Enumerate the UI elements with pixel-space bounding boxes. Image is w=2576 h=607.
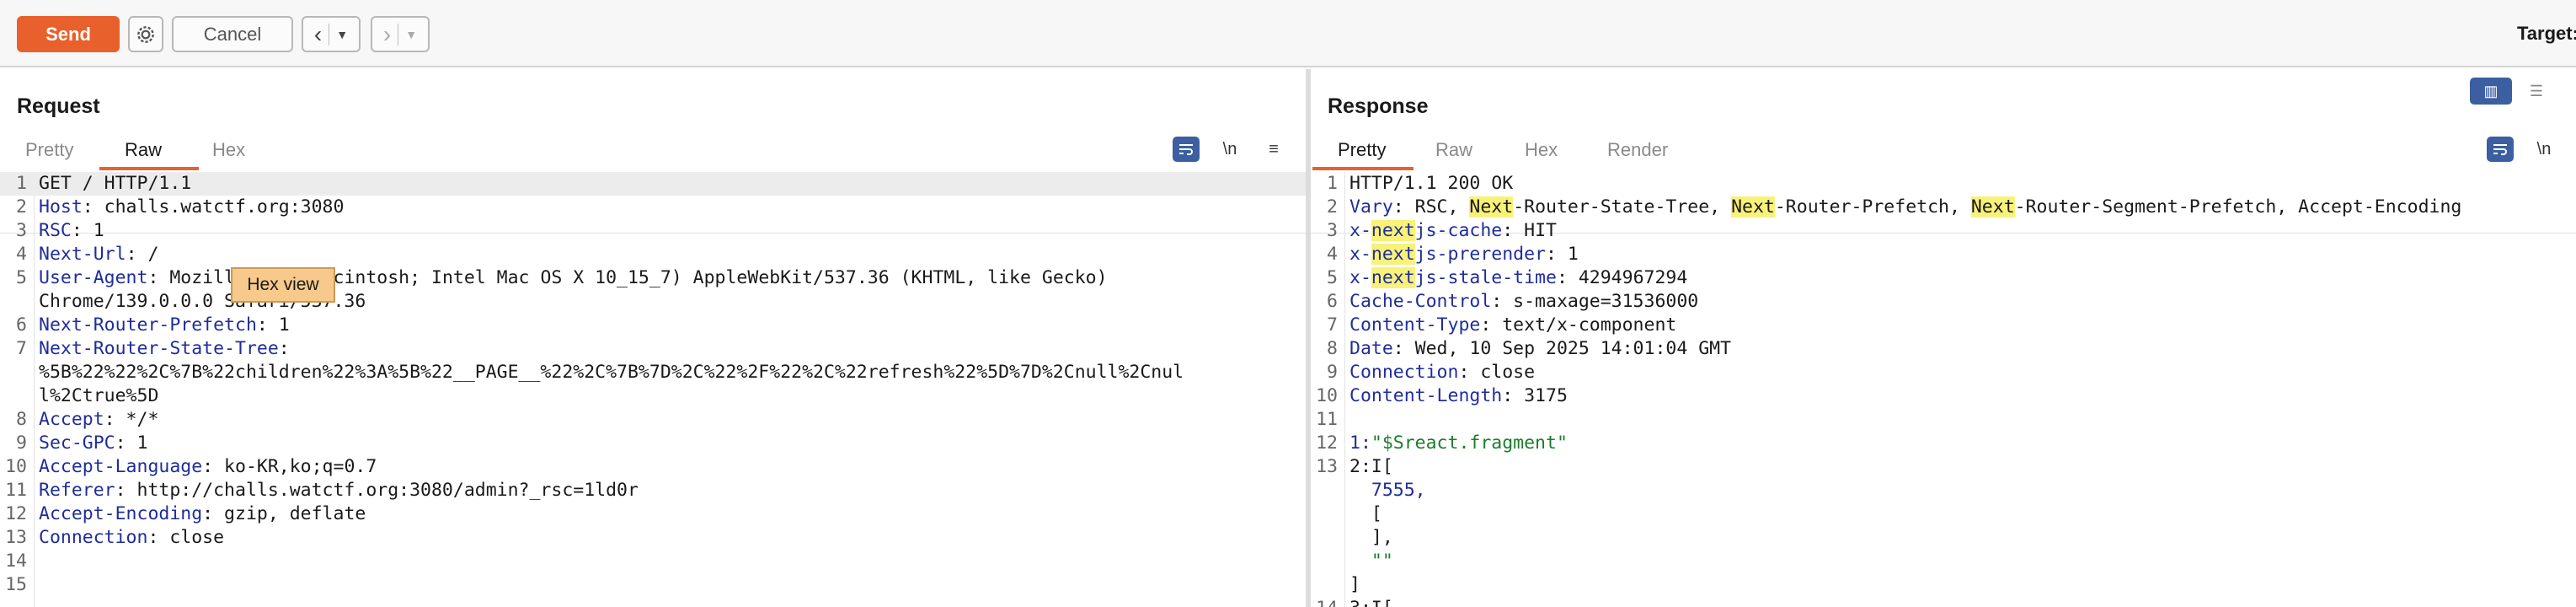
response-header-line[interactable]: 7 Content-Type: text/x-component <box>1311 314 2576 337</box>
request-line[interactable]: 7 Next-Router-State-Tree: <box>0 337 1306 361</box>
response-title: Response <box>1328 94 1429 118</box>
tab-render[interactable]: Render <box>1607 133 1668 167</box>
response-tabs: Pretty Raw Hex Render <box>1311 133 2576 234</box>
newline-toggle[interactable]: \n <box>1216 137 1243 162</box>
response-panel: Response ▥ ☰ ▤ Pretty Raw Hex Render \n … <box>1311 69 2576 607</box>
dropdown-arrow-icon[interactable]: ▼ <box>336 28 348 41</box>
stacked-layout-icon[interactable]: ☰ <box>2515 78 2557 105</box>
dropdown-arrow-icon[interactable]: ▼ <box>405 28 417 41</box>
response-header-line[interactable]: 9 Connection: close <box>1311 361 2576 384</box>
request-title: Request <box>17 94 100 118</box>
request-line[interactable]: 1 GET / HTTP/1.1 <box>0 172 1306 196</box>
response-editor[interactable]: 1 HTTP/1.1 200 OK 2 Vary: RSC, Next-Router… <box>1311 172 2576 607</box>
request-line[interactable]: 8 Accept: */* <box>0 408 1306 432</box>
side-by-side-layout-icon[interactable]: ▥ <box>2470 78 2512 105</box>
tab-hex[interactable]: Hex <box>1525 133 1558 167</box>
active-tab-indicator <box>1312 167 1414 170</box>
request-line[interactable]: 3 RSC: 1 <box>0 219 1306 243</box>
tab-raw[interactable]: Raw <box>125 133 162 167</box>
tabbed-layout-icon[interactable]: ▤ <box>2561 78 2576 105</box>
settings-button[interactable] <box>128 16 163 52</box>
request-panel: Request Pretty Raw Hex \n ≡ 1 GET / HTTP/… <box>0 69 1306 607</box>
tab-pretty[interactable]: Pretty <box>1338 133 1386 167</box>
wrap-icon[interactable] <box>2487 137 2514 162</box>
toolbar: Send Cancel ‹ ▼ › ▼ Target: <box>0 0 2576 67</box>
request-line[interactable]: 2 Host: challs.watctf.org:3080 <box>0 196 1306 219</box>
forward-button[interactable]: › ▼ <box>371 16 430 52</box>
wrap-icon[interactable] <box>1173 137 1200 162</box>
request-line[interactable]: 6 Next-Router-Prefetch: 1 <box>0 314 1306 337</box>
request-line[interactable]: 9 Sec-GPC: 1 <box>0 432 1306 455</box>
request-line[interactable]: 4 Next-Url: / <box>0 243 1306 266</box>
tab-pretty[interactable]: Pretty <box>25 133 73 167</box>
hex-view-tooltip: Hex view <box>231 267 335 303</box>
cancel-button[interactable]: Cancel <box>172 16 293 52</box>
active-tab-indicator <box>99 167 199 170</box>
response-header-line[interactable]: 6 Cache-Control: s-maxage=31536000 <box>1311 290 2576 314</box>
request-line[interactable]: 15 <box>0 573 1306 597</box>
tab-raw[interactable]: Raw <box>1435 133 1472 167</box>
request-line[interactable]: 12 Accept-Encoding: gzip, deflate <box>0 502 1306 526</box>
send-button[interactable]: Send <box>17 16 120 52</box>
request-line-continuation[interactable]: %5B%22%22%2C%7B%22children%22%3A%5B%22__… <box>0 361 1306 384</box>
target-label[interactable]: Target: <box>2517 23 2576 45</box>
request-line[interactable]: 5 User-Agent: Mozilla/5.0 (Macintosh; Int… <box>0 266 1306 290</box>
response-header-line[interactable]: 8 Date: Wed, 10 Sep 2025 14:01:04 GMT <box>1311 337 2576 361</box>
request-line[interactable]: 14 <box>0 550 1306 573</box>
request-line-continuation[interactable]: l%2Ctrue%5D <box>0 384 1306 408</box>
request-line[interactable]: 10 Accept-Language: ko-KR,ko;q=0.7 <box>0 455 1306 479</box>
tab-hex[interactable]: Hex <box>212 133 245 167</box>
newline-toggle[interactable]: \n <box>2531 137 2557 162</box>
response-header-line[interactable]: 10 Content-Length: 3175 <box>1311 384 2576 408</box>
back-button[interactable]: ‹ ▼ <box>302 16 361 52</box>
request-line[interactable]: 13 Connection: close <box>0 526 1306 550</box>
request-editor[interactable]: 1 GET / HTTP/1.1 2 Host: challs.watctf.org:… <box>0 172 1306 607</box>
status-line: HTTP/1.1 200 OK <box>1349 173 1514 194</box>
request-line-continuation[interactable]: Chrome/139.0.0.0 Safari/537.36 <box>0 290 1306 314</box>
chevron-right-icon: › <box>382 20 392 47</box>
gear-icon <box>137 25 154 43</box>
chevron-left-icon: ‹ <box>313 20 323 47</box>
request-line[interactable]: 11 Referer: http://challs.watctf.org:3080… <box>0 479 1306 502</box>
request-tabs: Pretty Raw Hex <box>0 133 1306 234</box>
menu-icon[interactable]: ≡ <box>1260 137 1287 162</box>
